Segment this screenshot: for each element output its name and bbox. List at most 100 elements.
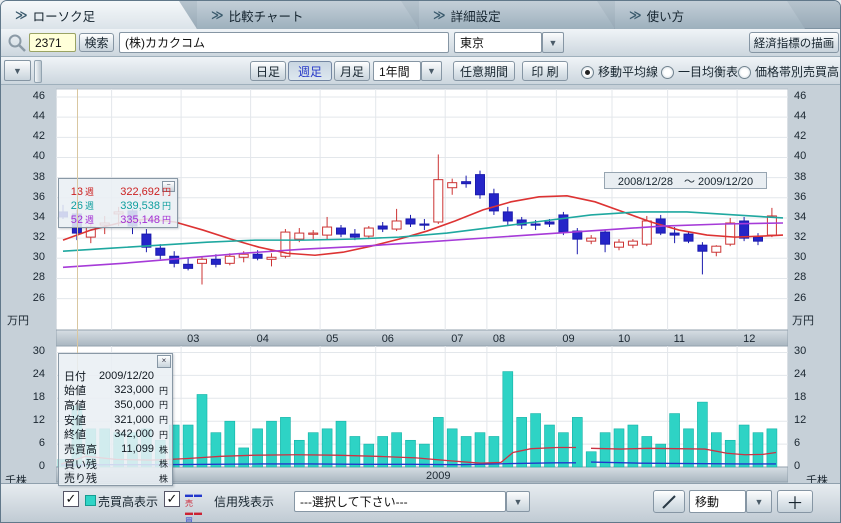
toolbar-divider	[34, 60, 42, 83]
year-value-label: 2009	[426, 470, 450, 482]
candle-down	[545, 222, 554, 224]
price-unit-label: 万円	[7, 312, 29, 328]
volume-tick-label: 24	[788, 368, 840, 380]
tab-chevron-icon: ≫	[211, 8, 222, 22]
radio-icon	[661, 66, 674, 79]
search-icon	[7, 33, 27, 53]
credit-display-checkbox[interactable]: ✓	[164, 491, 180, 507]
left-axis: 4644424038363432302826万円3024181260千株	[1, 85, 56, 483]
toolbar-row-period: ▼ 日足 週足 月足 1年間 ▼ 任意期間 印 刷 移動平均線 一目均衡表 価格…	[1, 57, 841, 85]
legend-row: 13週322,692円	[65, 185, 171, 198]
month-label: 06	[382, 333, 394, 345]
bottom-control-bar: ✓ 売買高表示 ✓ ▬▬売 ▬▬買 信用残表示 ---選択して下さい--- ▼ …	[1, 483, 841, 523]
candle-up	[712, 246, 721, 252]
stock-name-field[interactable]: (株)カカクコム	[119, 32, 449, 53]
volume-tick-label: 0	[788, 460, 840, 472]
custom-range-button[interactable]: 任意期間	[453, 61, 515, 81]
volume-bar	[517, 417, 527, 467]
price-tick-label: 28	[1, 271, 45, 283]
candle-up	[642, 221, 651, 244]
volume-bar	[711, 433, 721, 467]
volume-bar	[670, 414, 680, 467]
volume-bar	[406, 440, 416, 467]
indicator-select-arrow[interactable]: ▼	[506, 491, 530, 512]
search-button[interactable]: 検索	[79, 33, 114, 52]
tab-candlestick[interactable]: ≫ ローソク足	[1, 1, 197, 29]
tab-detail-settings[interactable]: ≫ 詳細設定	[419, 1, 615, 29]
candle-up	[239, 254, 248, 257]
candle-up	[323, 227, 332, 235]
price-tick-label: 26	[1, 292, 45, 304]
price-tick-label: 36	[1, 191, 45, 203]
candle-up	[767, 216, 776, 235]
candle-up	[587, 238, 596, 241]
radio-moving-average[interactable]: 移動平均線	[581, 63, 658, 80]
price-tick-label: 42	[788, 130, 840, 142]
radio-ichimoku[interactable]: 一目均衡表	[661, 63, 738, 80]
range-select-arrow[interactable]: ▼	[421, 61, 442, 81]
add-chart-button[interactable]: ＋	[777, 490, 813, 513]
volume-tick-label: 30	[788, 345, 840, 357]
economic-indicator-button[interactable]: 経済指標の描画	[749, 32, 839, 53]
candle-down	[531, 224, 540, 225]
tab-comparison-chart[interactable]: ≫ 比較チャート	[197, 1, 419, 29]
volume-bar	[586, 452, 596, 467]
volume-tick-label: 30	[1, 345, 45, 357]
print-button[interactable]: 印 刷	[522, 61, 568, 81]
volume-bar	[378, 436, 388, 467]
range-select-value[interactable]: 1年間	[373, 61, 421, 81]
tab-chevron-icon: ≫	[15, 8, 26, 22]
volume-bar	[322, 429, 332, 467]
volume-bar	[197, 394, 207, 467]
close-icon[interactable]: ×	[157, 355, 171, 368]
chevron-down-icon: ▼	[514, 497, 523, 507]
candle-down	[698, 245, 707, 251]
price-tick-label: 40	[788, 150, 840, 162]
tool-mode-select-arrow[interactable]: ▼	[746, 490, 772, 513]
market-select-value[interactable]: 東京	[454, 32, 542, 53]
volume-bar	[697, 402, 707, 467]
volume-bar	[280, 417, 290, 467]
candle-down	[420, 224, 429, 225]
chevron-down-icon: ▼	[549, 38, 558, 48]
month-label: 05	[326, 333, 338, 345]
radio-label: 移動平均線	[598, 65, 658, 79]
credit-display-label: 信用残表示	[214, 493, 274, 510]
volume-bar	[545, 425, 555, 467]
draw-line-tool-button[interactable]	[653, 490, 685, 513]
panel-collapse-arrow[interactable]: ▼	[4, 60, 31, 81]
volume-tick-label: 0	[1, 460, 45, 472]
volume-display-checkbox[interactable]: ✓	[63, 491, 79, 507]
chevron-down-icon: ▼	[755, 497, 764, 507]
check-icon: ✓	[167, 491, 178, 506]
candle-down	[503, 212, 512, 221]
volume-bar	[392, 433, 402, 467]
legend-row: 26週339,538円	[65, 199, 171, 212]
volume-bar	[253, 429, 263, 467]
volume-bar	[225, 421, 235, 467]
right-axis: 4644424038363432302826万円3024181260千株	[788, 85, 841, 483]
credit-lines-icon: ▬▬売 ▬▬買	[185, 490, 211, 508]
volume-bar	[419, 444, 429, 467]
market-select-arrow[interactable]: ▼	[542, 32, 564, 53]
candle-down	[476, 175, 485, 195]
period-daily-button[interactable]: 日足	[250, 61, 286, 81]
period-monthly-button[interactable]: 月足	[334, 61, 370, 81]
tool-mode-select-value[interactable]: 移動	[689, 490, 746, 513]
tab-chevron-icon: ≫	[629, 8, 640, 22]
price-tick-label: 32	[788, 231, 840, 243]
month-label: 11	[674, 333, 685, 345]
month-label: 03	[187, 333, 199, 345]
indicator-select-value[interactable]: ---選択して下さい---	[294, 491, 506, 512]
month-label: 04	[257, 333, 269, 345]
price-tooltip: × 日付2009/12/20始値323,000円高値350,000円安値321,…	[58, 353, 173, 486]
period-weekly-button[interactable]: 週足	[288, 61, 332, 81]
tab-how-to-use[interactable]: ≫ 使い方	[615, 1, 805, 29]
tooltip-row: 売り残株	[60, 471, 171, 486]
candle-down	[670, 233, 679, 235]
price-tick-label: 28	[788, 271, 840, 283]
tooltip-row: 売買高11,099株	[60, 442, 171, 457]
price-tick-label: 26	[788, 292, 840, 304]
stock-code-input[interactable]: 2371	[29, 33, 76, 52]
radio-volume-by-price[interactable]: 価格帯別売買高	[738, 63, 839, 80]
